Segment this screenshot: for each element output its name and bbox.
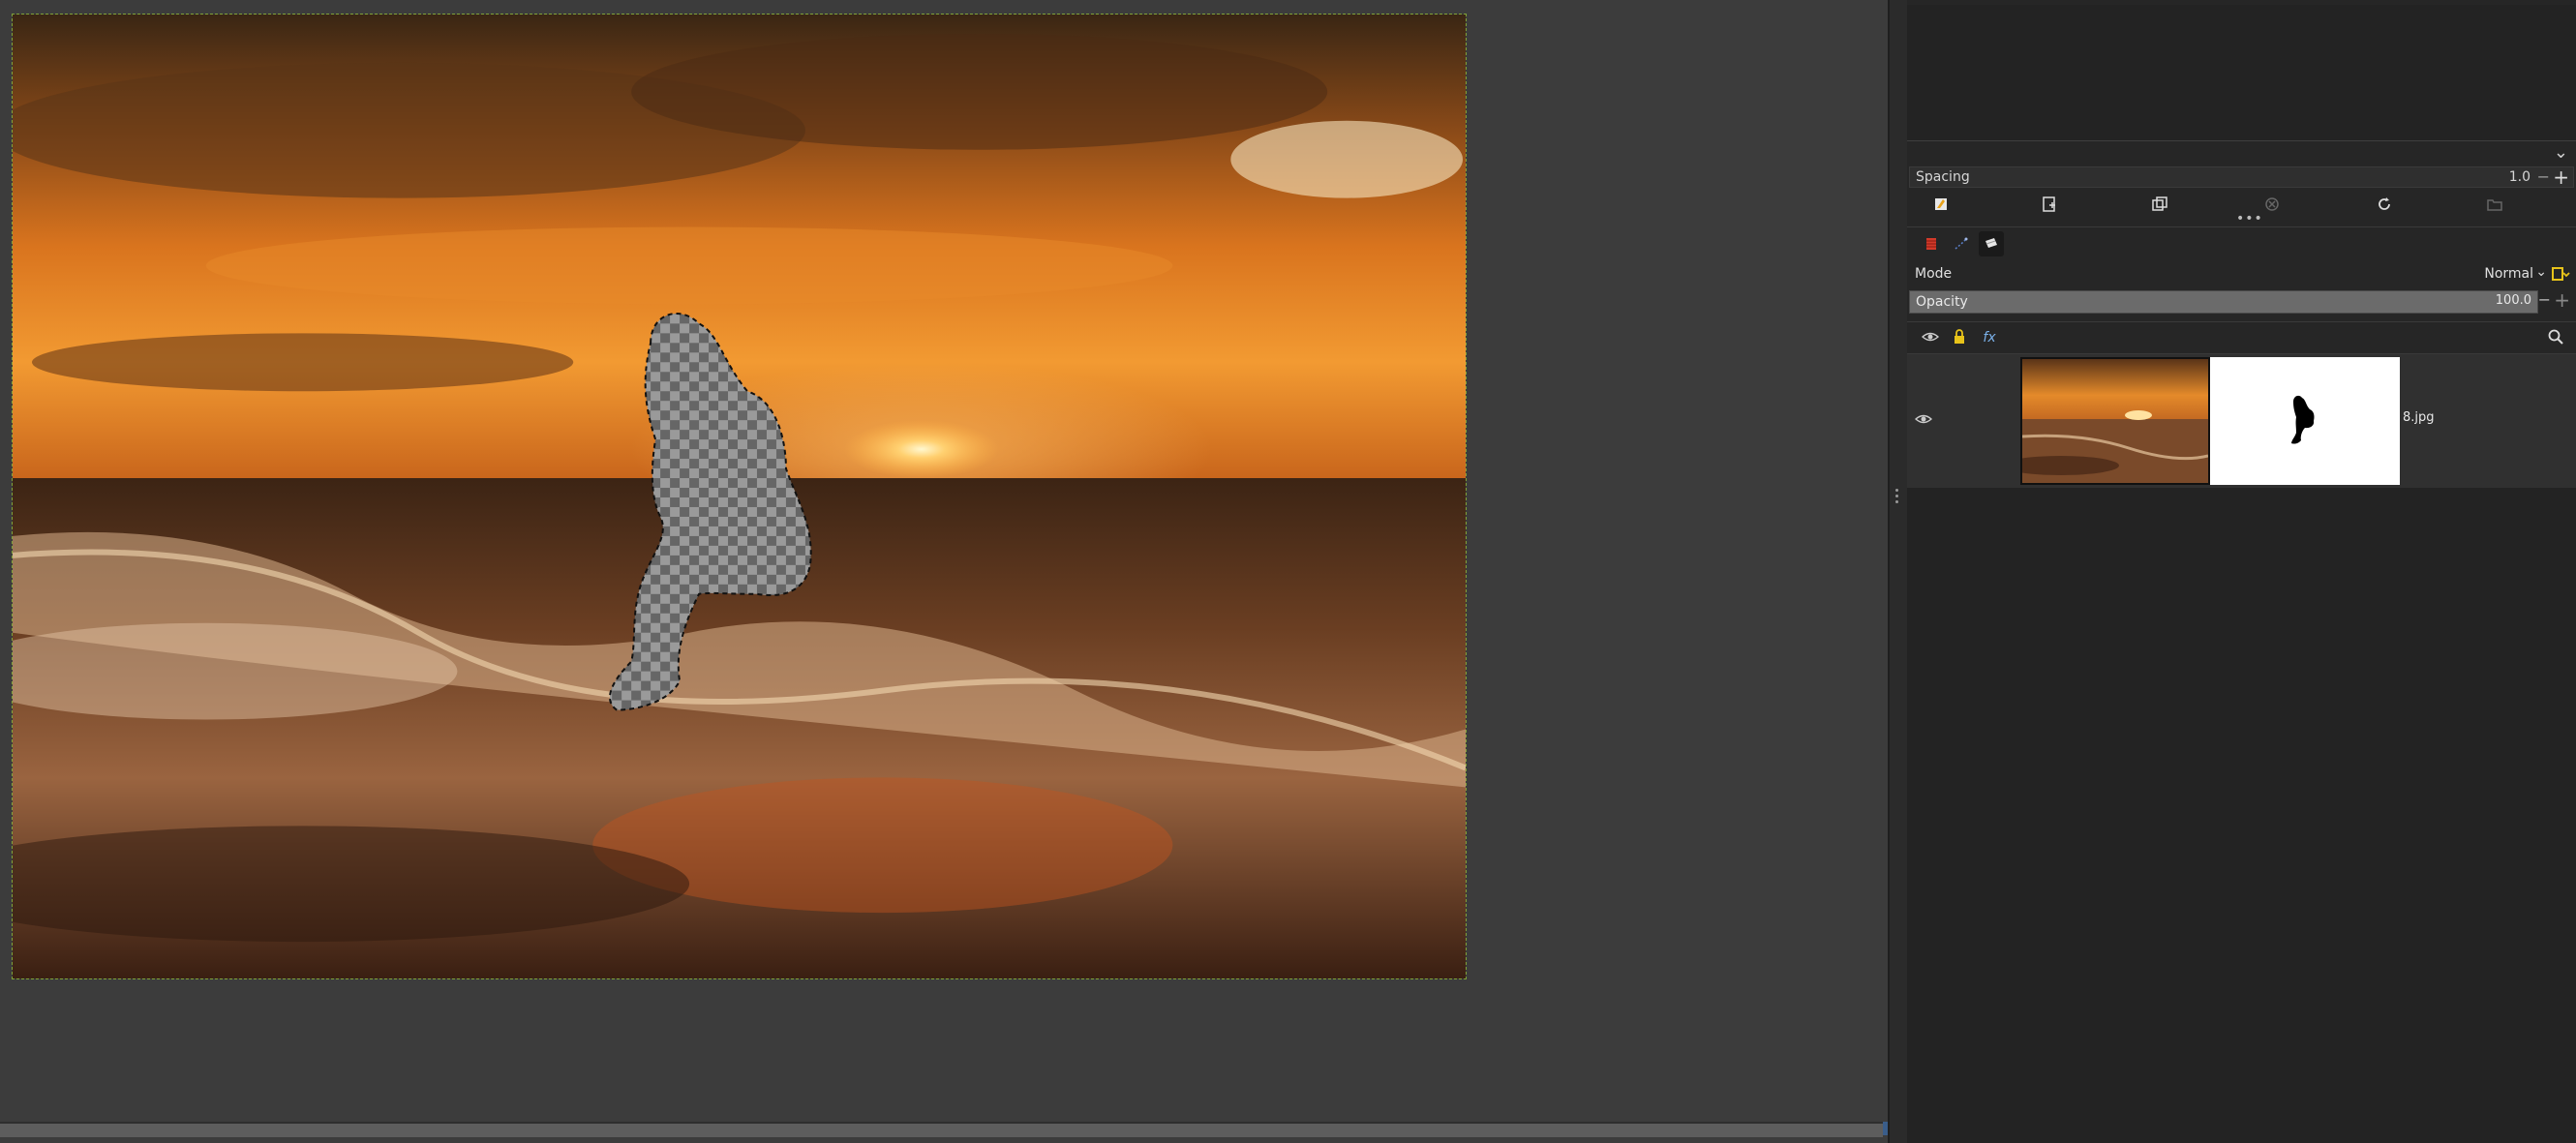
opacity-label: Opacity: [1916, 294, 1968, 310]
layer-thumbnail[interactable]: [2020, 357, 2210, 485]
more-handle[interactable]: •••: [2236, 211, 2263, 226]
layer-mask-thumbnail[interactable]: [2210, 357, 2400, 485]
composite-mode-icon[interactable]: [2551, 265, 2570, 285]
chevron-down-icon[interactable]: ⌄: [2554, 142, 2568, 163]
delete-brush-icon: [2261, 196, 2283, 217]
dock-tabs: [1907, 226, 2576, 260]
search-icon[interactable]: [2546, 328, 2565, 347]
brushes-tab-icon[interactable]: [1919, 231, 1944, 256]
canvas-area[interactable]: [0, 0, 1896, 1143]
right-dock: ⌄ Spacing 1.0 − + ••• Mode Normal ⌄ Opac…: [1907, 0, 2576, 1143]
increase-icon[interactable]: +: [2554, 288, 2570, 312]
decrease-icon[interactable]: −: [2537, 167, 2550, 186]
spacing-value[interactable]: 1.0: [2509, 169, 2531, 185]
layers-tab-icon[interactable]: [1979, 231, 2004, 256]
brush-expander[interactable]: ⌄: [1907, 141, 2576, 163]
mode-label: Mode: [1915, 266, 1953, 282]
mask-silhouette-icon: [2291, 395, 2315, 444]
opacity-row: Opacity 100.0 − +: [1909, 288, 2574, 314]
sunset-beach-image: [13, 15, 1466, 978]
drag-handle-icon[interactable]: [1895, 489, 1899, 504]
edit-brush-icon[interactable]: [1930, 196, 1952, 217]
layer-lock-toolbar: fx: [1907, 321, 2576, 354]
refresh-icon[interactable]: [2374, 196, 2395, 217]
spacing-spinbutton[interactable]: Spacing 1.0 − +: [1909, 165, 2574, 189]
layer-mode-row: Mode Normal ⌄: [1909, 263, 2574, 286]
visibility-icon[interactable]: [1921, 328, 1940, 347]
spacing-label: Spacing: [1916, 169, 1970, 185]
layers-list-empty-area[interactable]: [1907, 488, 2576, 1143]
new-brush-icon[interactable]: [2039, 196, 2060, 217]
visibility-icon[interactable]: [1914, 410, 1934, 430]
effects-icon[interactable]: fx: [1980, 328, 1999, 347]
mode-dropdown[interactable]: Normal: [2484, 266, 2533, 282]
open-folder-icon: [2484, 196, 2505, 217]
horizontal-scrollbar[interactable]: [0, 1122, 1883, 1137]
dock-divider[interactable]: [1888, 0, 1909, 1143]
opacity-value[interactable]: 100.0: [2496, 293, 2531, 308]
opacity-slider[interactable]: Opacity: [1909, 290, 2538, 314]
duplicate-brush-icon[interactable]: [2149, 196, 2170, 217]
layer-row[interactable]: 8.jpg: [1907, 354, 2576, 488]
chevron-down-icon[interactable]: ⌄: [2535, 264, 2547, 280]
paths-tab-icon[interactable]: [1949, 231, 1974, 256]
increase-icon[interactable]: +: [2553, 165, 2569, 189]
decrease-icon[interactable]: −: [2538, 290, 2551, 309]
brush-list[interactable]: [1907, 5, 2576, 140]
lock-icon[interactable]: [1950, 328, 1969, 347]
image-canvas[interactable]: [12, 14, 1467, 979]
layer-name[interactable]: 8.jpg: [2403, 410, 2435, 425]
